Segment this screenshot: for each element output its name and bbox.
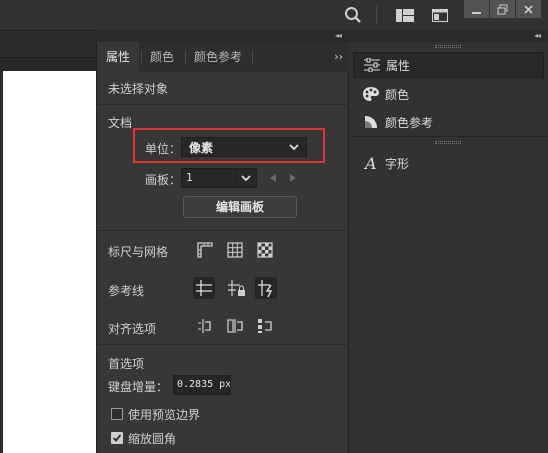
smart-guides-icon[interactable]	[255, 277, 277, 299]
svg-text:A: A	[363, 155, 377, 171]
app-top-bar	[0, 0, 548, 30]
previous-artboard-icon[interactable]	[269, 173, 277, 183]
section-divider	[97, 344, 349, 345]
transparency-grid-icon[interactable]	[255, 240, 275, 260]
toolbar-divider	[376, 6, 377, 24]
tab-color[interactable]: 颜色	[141, 42, 183, 72]
dock-grip[interactable]	[435, 141, 461, 144]
align-to-pixel-grid-icon[interactable]	[195, 316, 215, 336]
artboard-value: 1	[186, 171, 193, 184]
chevron-down-icon	[289, 144, 299, 151]
artboard[interactable]	[3, 71, 96, 453]
preview-bounds-label: 使用预览边界	[128, 408, 201, 422]
color-palette-icon	[359, 84, 383, 104]
dock-item-label: 属性	[386, 58, 411, 73]
properties-panel-collapse-bar[interactable]: ◂◂	[96, 30, 349, 42]
minimize-icon	[472, 11, 481, 14]
unit-label: 单位：	[145, 142, 182, 156]
color-guide-icon	[359, 112, 383, 132]
rulers-icon[interactable]	[195, 240, 215, 260]
section-divider	[97, 104, 349, 105]
dock-item-label: 字形	[385, 156, 410, 171]
align-to-artboard-icon[interactable]	[225, 316, 245, 336]
right-dock-panel: 属性 颜色 颜色参考 A 字形	[349, 42, 548, 453]
restore-button[interactable]	[490, 0, 515, 18]
guides-icon[interactable]	[193, 277, 215, 299]
align-options-label: 对齐选项	[108, 322, 157, 336]
restore-icon	[497, 4, 508, 14]
grid-icon[interactable]	[225, 240, 245, 260]
dock-item-color[interactable]: 颜色	[353, 81, 544, 107]
close-button[interactable]	[516, 0, 541, 18]
arrange-documents-icon[interactable]	[396, 9, 414, 22]
edit-artboards-button[interactable]: 编辑画板	[183, 196, 297, 218]
tab-color-guide[interactable]: 颜色参考	[185, 42, 251, 72]
minimize-button[interactable]	[464, 0, 489, 18]
guides-label: 参考线	[108, 284, 145, 298]
align-to-key-object-icon[interactable]	[255, 316, 275, 336]
rulers-grids-label: 标尺与网格	[108, 245, 169, 259]
section-divider	[97, 230, 349, 231]
search-icon[interactable]	[344, 6, 362, 24]
unit-select[interactable]: 像素	[181, 137, 307, 157]
lock-guides-icon[interactable]	[225, 277, 247, 299]
dock-item-color-guide[interactable]: 颜色参考	[353, 109, 544, 135]
properties-icon	[360, 55, 384, 75]
scale-corners-checkbox[interactable]	[111, 432, 123, 444]
document-tab-strip	[0, 30, 96, 58]
keyboard-increment-label: 键盘增量：	[108, 380, 169, 394]
character-icon: A	[359, 153, 383, 173]
select-divider	[236, 169, 237, 187]
right-dock-collapse-bar[interactable]: ◂◂	[349, 30, 548, 42]
dock-item-label: 颜色参考	[385, 115, 434, 130]
tab-divider	[252, 50, 253, 64]
scale-corners-label: 缩放圆角	[128, 432, 177, 446]
next-artboard-icon[interactable]	[289, 173, 297, 183]
workspace-icon[interactable]	[432, 9, 448, 22]
dock-item-character[interactable]: A 字形	[353, 150, 544, 176]
no-selection-label: 未选择对象	[108, 82, 169, 96]
dock-divider	[349, 136, 548, 137]
preferences-heading: 首选项	[108, 357, 145, 371]
dock-grip[interactable]	[435, 45, 461, 48]
keyboard-increment-input[interactable]: 0.2835 px	[173, 375, 231, 395]
chevron-down-icon	[241, 175, 251, 182]
artboard-label: 画板：	[145, 173, 182, 187]
preview-bounds-checkbox[interactable]	[111, 408, 123, 420]
close-icon	[524, 4, 533, 14]
properties-panel: 属性 颜色 颜色参考 ›› 未选择对象 文档 单位： 像素 画板： 1 编辑画板…	[96, 42, 349, 453]
artboard-select[interactable]: 1	[181, 168, 257, 188]
dock-item-label: 颜色	[385, 87, 410, 102]
unit-value: 像素	[189, 140, 214, 155]
panel-menu-icon[interactable]: ››	[334, 42, 343, 72]
document-heading: 文档	[108, 116, 133, 130]
dock-item-properties[interactable]: 属性	[353, 52, 544, 78]
panel-tab-bar: 属性 颜色 颜色参考 ››	[97, 42, 349, 72]
collapse-icon[interactable]: ◂◂	[335, 30, 342, 42]
tab-properties[interactable]: 属性	[97, 42, 140, 72]
checkmark-icon	[112, 434, 122, 442]
collapse-icon[interactable]: ◂◂	[534, 30, 541, 42]
